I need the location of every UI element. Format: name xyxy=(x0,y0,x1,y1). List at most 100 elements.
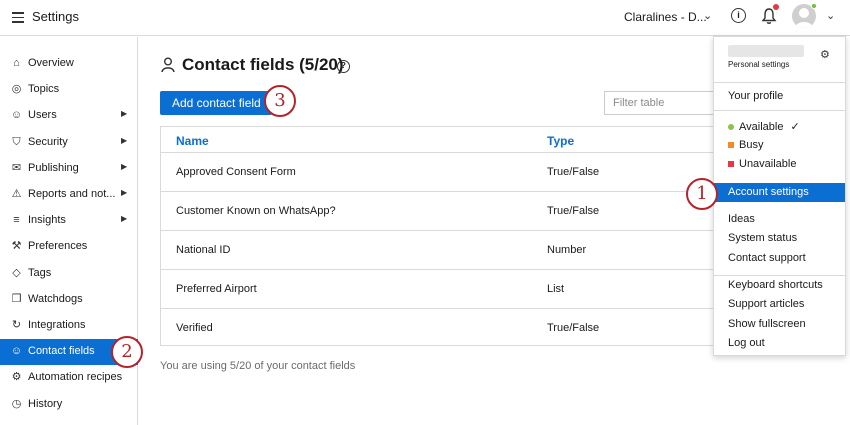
caret-right-icon: ▶ xyxy=(121,135,128,145)
status-label: Busy xyxy=(739,139,764,151)
avatar-chevron-icon[interactable]: ⌄ xyxy=(826,9,835,22)
sidebar-item-label: Reports and not... xyxy=(28,188,116,200)
menu-item[interactable]: Show fullscreen xyxy=(728,318,806,330)
sidebar-item[interactable]: ⛉ Security ▶ xyxy=(0,130,138,156)
field-type: True/False xyxy=(547,322,600,334)
table-row[interactable]: Preferred Airport List xyxy=(161,270,721,309)
field-name: National ID xyxy=(176,244,231,256)
account-settings-item[interactable]: Account settings xyxy=(714,183,845,202)
field-type: True/False xyxy=(547,166,600,178)
column-name[interactable]: Name xyxy=(176,134,209,148)
user-name-redacted xyxy=(728,45,804,57)
field-type: List xyxy=(547,283,565,295)
personal-settings-label: Personal settings xyxy=(728,60,790,69)
table-row[interactable]: National ID Number xyxy=(161,231,721,270)
divider xyxy=(714,110,845,111)
status-item[interactable]: Busy xyxy=(728,139,763,151)
shield-icon: ⛉ xyxy=(12,135,21,148)
menu-item[interactable]: Ideas xyxy=(728,213,755,225)
tag-icon: ◇ xyxy=(12,266,21,279)
field-type: True/False xyxy=(547,205,600,217)
overview-icon: ⌂ xyxy=(13,57,20,69)
sidebar-item-label: History xyxy=(28,397,63,410)
menu-item[interactable]: System status xyxy=(728,232,797,244)
sidebar-item[interactable]: ⚠ Reports and not... ▶ xyxy=(0,182,138,208)
app-title: Settings xyxy=(32,9,79,24)
status-item[interactable]: Available ✓ xyxy=(728,120,800,133)
add-contact-field-button[interactable]: Add contact field xyxy=(160,91,272,115)
warning-icon: ⚠ xyxy=(11,188,22,200)
sidebar-item-label: Security xyxy=(28,135,68,148)
table-header: Name Type xyxy=(161,127,721,153)
sidebar-item[interactable]: ◎ Topics xyxy=(0,77,138,103)
callout-2: 2 xyxy=(111,336,143,368)
account-settings-label: Account settings xyxy=(728,186,809,198)
sidebar-item[interactable]: ⚙ Automation recipes xyxy=(0,365,138,391)
integrations-icon: ↻ xyxy=(11,319,22,331)
sidebar-item-label: Overview xyxy=(28,57,74,69)
table-row[interactable]: Verified True/False xyxy=(161,309,721,348)
caret-right-icon: ▶ xyxy=(121,109,128,119)
sidebar-item[interactable]: ⚒ Preferences xyxy=(0,234,138,260)
brand-selector[interactable]: Claralines - D... xyxy=(624,10,707,24)
sidebar-item-label: Integrations xyxy=(28,319,86,331)
watchdog-icon: ❒ xyxy=(11,292,22,305)
sidebar-item[interactable]: ≡ Insights ▶ xyxy=(0,208,138,234)
sidebar-item-label: Contact fields xyxy=(28,345,95,358)
sidebar-item[interactable]: ✉ Publishing ▶ xyxy=(0,156,138,182)
caret-right-icon: ▶ xyxy=(121,188,128,197)
status-label: Unavailable xyxy=(739,158,797,170)
menu-icon[interactable] xyxy=(12,12,24,23)
column-type[interactable]: Type xyxy=(547,134,574,148)
status-color-icon xyxy=(728,142,734,149)
callout-3: 3 xyxy=(264,85,296,117)
caret-right-icon: ▶ xyxy=(121,161,128,171)
sidebar-item[interactable]: ⌂ Overview xyxy=(0,51,138,77)
divider xyxy=(714,82,845,83)
account-dropdown: ⚙ Personal settings Your profile Availab… xyxy=(713,36,846,356)
top-bar: Settings Claralines - D... ⌄ i ⌄ xyxy=(0,0,850,36)
users-icon: ☺ xyxy=(10,109,23,122)
field-name: Preferred Airport xyxy=(176,283,257,295)
sidebar-item-label: Topics xyxy=(28,83,60,96)
publishing-icon: ✉ xyxy=(11,161,22,174)
sidebar-item-label: Preferences xyxy=(28,240,88,253)
menu-item[interactable]: Contact support xyxy=(728,252,806,264)
status-color-icon xyxy=(728,124,734,131)
sidebar-item-label: Insights xyxy=(28,214,66,227)
sidebar-item[interactable]: ◷ History xyxy=(0,392,138,418)
sidebar-item[interactable]: ↻ Integrations xyxy=(0,313,138,339)
sidebar-item[interactable]: ◇ Tags xyxy=(0,261,138,287)
status-label: Available xyxy=(739,121,784,133)
your-profile-item[interactable]: Your profile xyxy=(728,90,783,102)
sidebar-item[interactable]: ☺ Users ▶ xyxy=(0,103,138,129)
filter-input[interactable] xyxy=(604,91,716,115)
status-color-icon xyxy=(728,161,734,168)
field-type: Number xyxy=(547,244,587,256)
contact-fields-table: Name Type Approved Consent Form True/Fals… xyxy=(160,126,721,348)
usage-text: You are using 5/20 of your contact field… xyxy=(160,360,356,372)
field-name: Customer Known on WhatsApp? xyxy=(176,205,336,217)
topics-icon: ◎ xyxy=(11,83,22,96)
person-icon: ☺ xyxy=(10,345,23,358)
caret-right-icon: ▶ xyxy=(121,214,128,224)
notification-dot xyxy=(773,4,779,10)
page-title: Contact fields (5/20) xyxy=(182,55,344,74)
wrench-icon: ⚒ xyxy=(11,240,22,253)
menu-item[interactable]: Keyboard shortcuts xyxy=(728,279,823,291)
help-icon[interactable]: i xyxy=(731,8,746,23)
menu-item[interactable]: Support articles xyxy=(728,298,804,310)
sidebar-item-label: Users xyxy=(28,109,57,122)
gear-icon[interactable]: ⚙ xyxy=(820,48,830,61)
table-row[interactable]: Customer Known on WhatsApp? True/False xyxy=(161,192,721,231)
menu-item[interactable]: Log out xyxy=(728,337,765,349)
history-icon: ◷ xyxy=(11,397,22,410)
field-name: Approved Consent Form xyxy=(176,166,296,178)
sidebar-item-label: Tags xyxy=(28,266,52,279)
sidebar-item[interactable]: ❒ Watchdogs xyxy=(0,287,138,313)
status-item[interactable]: Unavailable xyxy=(728,158,796,170)
table-row[interactable]: Approved Consent Form True/False xyxy=(161,153,721,192)
chevron-down-icon[interactable]: ⌄ xyxy=(703,9,712,22)
check-icon: ✓ xyxy=(787,121,800,133)
help-icon[interactable]: ? xyxy=(337,60,350,73)
